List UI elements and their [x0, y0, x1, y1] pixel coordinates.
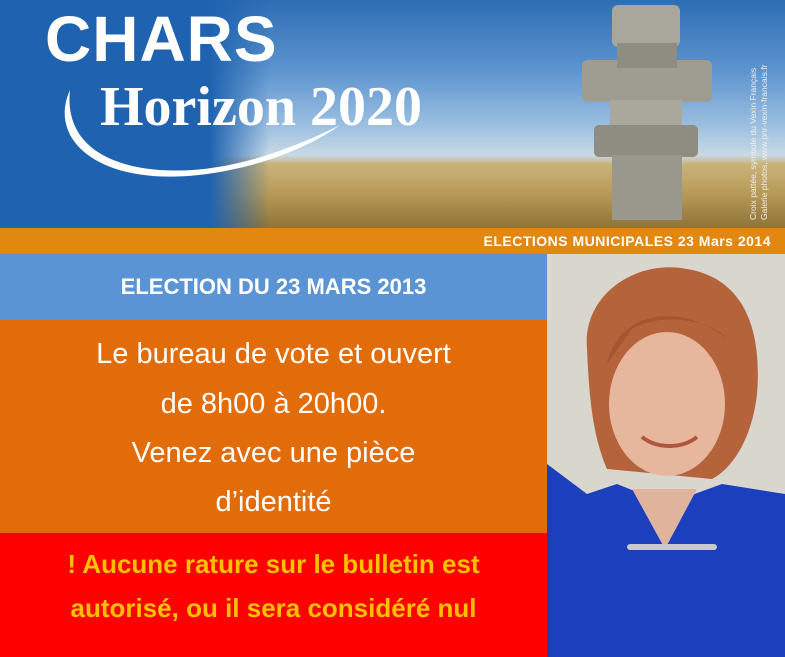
brand-title: CHARS: [45, 3, 278, 75]
header-banner: CHARS Horizon 2020 Croix pattée, symbole…: [0, 0, 785, 228]
photo-credit-line-1: Croix pattée, symbole du Vexin Français: [748, 67, 758, 220]
warning-line-1: ! Aucune rature sur le bulletin est: [67, 549, 480, 579]
info-line-1: Le bureau de vote et ouvert: [96, 338, 451, 370]
info-line-4: d’identité: [215, 486, 332, 518]
elections-strip: ELECTIONS MUNICIPALES 23 Mars 2014: [0, 228, 785, 254]
election-title: ELECTION DU 23 MARS 2013: [120, 274, 427, 299]
brand-subtitle: Horizon 2020: [100, 76, 422, 138]
photo-credit-line-2: Galerie photos, www.pnr-vexin-francais.f…: [759, 64, 769, 220]
info-line-2: de 8h00 à 20h00.: [160, 388, 387, 420]
info-box: Le bureau de vote et ouvert de 8h00 à 20…: [0, 320, 547, 533]
elections-strip-text: ELECTIONS MUNICIPALES 23 Mars 2014: [483, 233, 771, 249]
warning-box: ! Aucune rature sur le bulletin est auto…: [0, 533, 547, 657]
warning-line-2: autorisé, ou il sera considéré nul: [70, 593, 477, 623]
photo-credit: Croix pattée, symbole du Vexin Français …: [748, 65, 770, 220]
election-title-box: ELECTION DU 23 MARS 2013: [0, 254, 547, 320]
portrait-image: [547, 254, 785, 657]
stone-cross-image: [582, 5, 712, 220]
info-line-3: Venez avec une pièce: [131, 437, 416, 469]
candidate-portrait: [547, 254, 785, 657]
